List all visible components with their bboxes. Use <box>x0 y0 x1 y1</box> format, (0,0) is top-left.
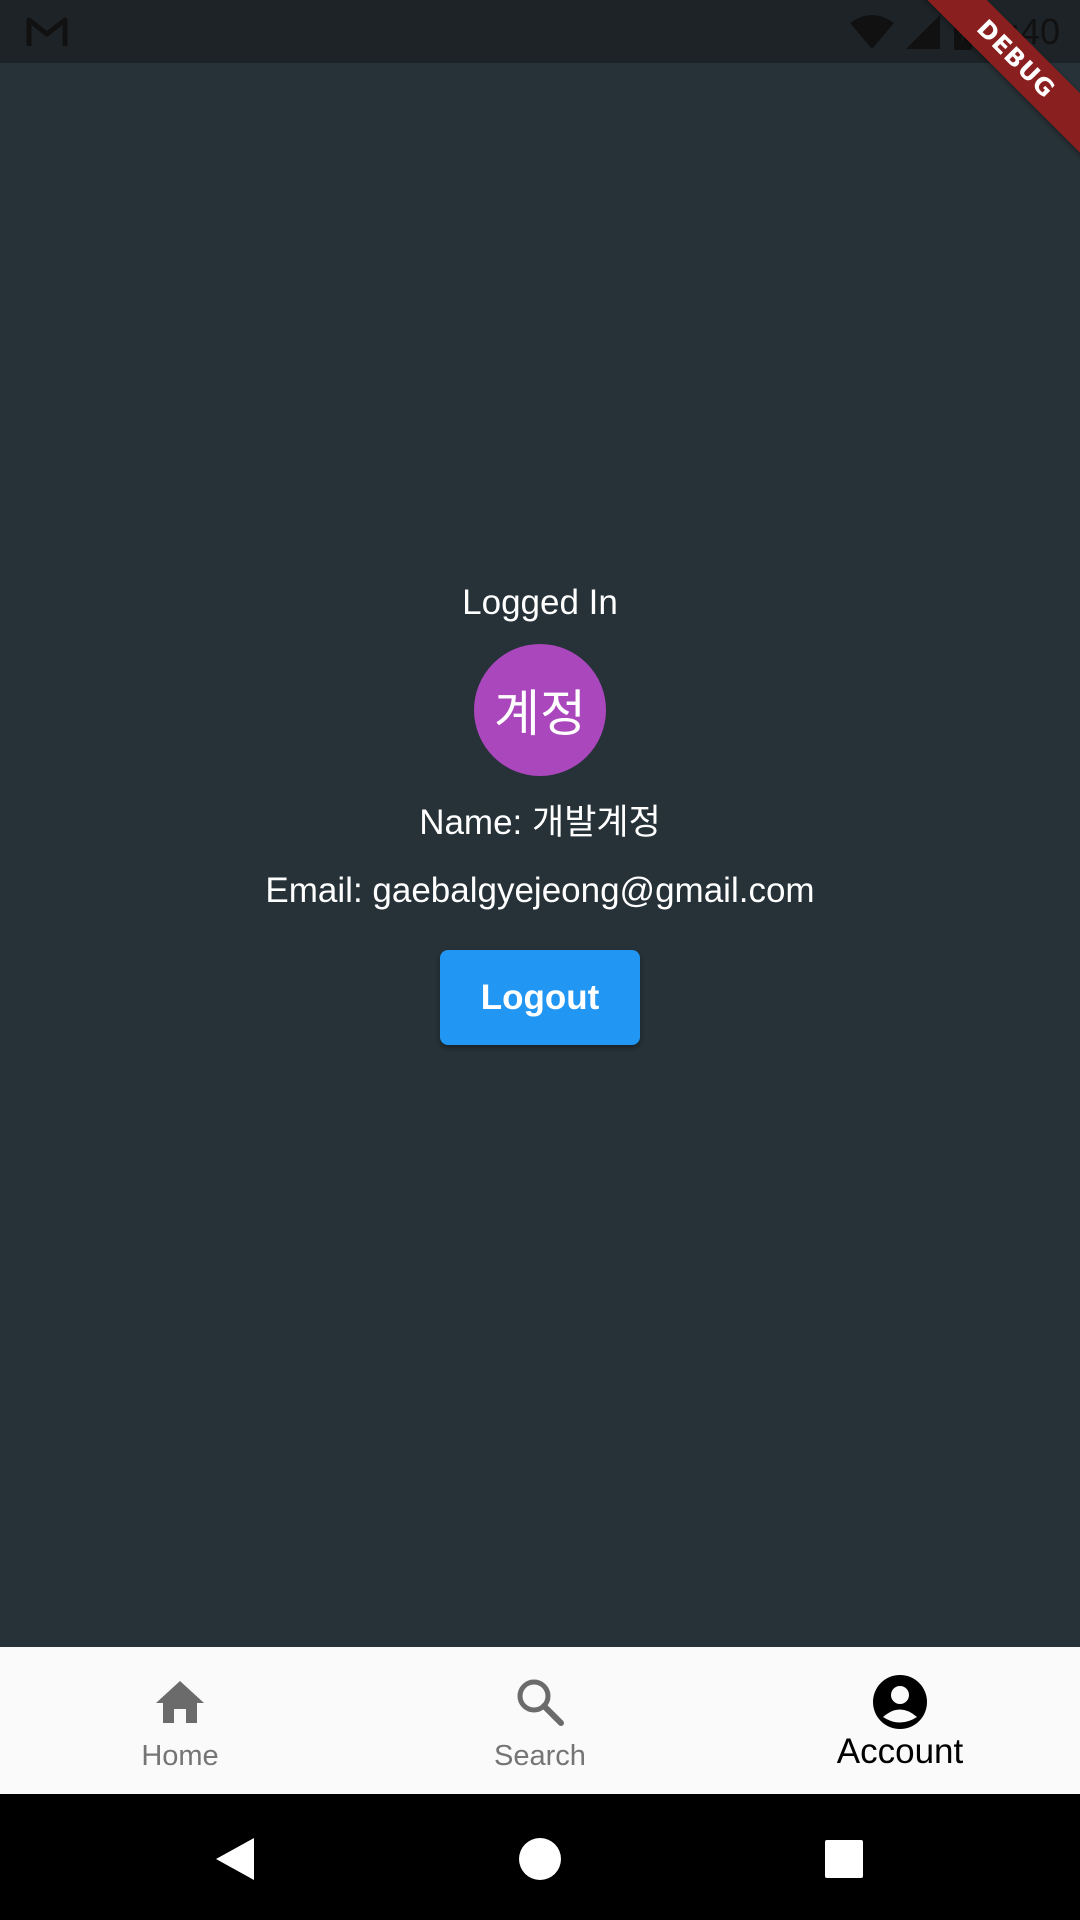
home-circle-icon[interactable] <box>515 1834 565 1884</box>
gmail-m-icon <box>26 17 68 46</box>
nav-label-account: Account <box>836 1732 964 1771</box>
recents-square-icon[interactable] <box>819 1834 869 1884</box>
avatar: 계정 <box>474 644 606 776</box>
nav-label-home: Home <box>141 1740 219 1772</box>
system-navigation-bar <box>0 1794 1080 1920</box>
account-screen: 4:40 DEBUG Logged In 계정 Name: 개발계정 Email… <box>0 0 1080 1920</box>
account-info: Logged In 계정 Name: 개발계정 Email: gaebalgye… <box>0 580 1080 1045</box>
user-email: Email: gaebalgyejeong@gmail.com <box>265 871 815 910</box>
nav-item-account[interactable]: Account <box>720 1647 1080 1794</box>
home-icon <box>152 1674 208 1730</box>
nav-item-search[interactable]: Search <box>360 1647 720 1794</box>
nav-item-home[interactable]: Home <box>0 1647 360 1794</box>
account-circle-icon <box>872 1674 928 1730</box>
nav-label-search: Search <box>494 1740 586 1772</box>
bottom-navigation: Home Search Account <box>0 1647 1080 1794</box>
user-name: Name: 개발계정 <box>419 803 661 842</box>
search-icon <box>512 1674 568 1730</box>
logout-button[interactable]: Logout <box>440 950 640 1045</box>
login-status-label: Logged In <box>462 583 618 622</box>
signal-icon <box>905 15 940 49</box>
wifi-icon <box>849 15 894 49</box>
back-triangle-icon[interactable] <box>210 1834 260 1884</box>
status-bar: 4:40 <box>0 0 1080 63</box>
